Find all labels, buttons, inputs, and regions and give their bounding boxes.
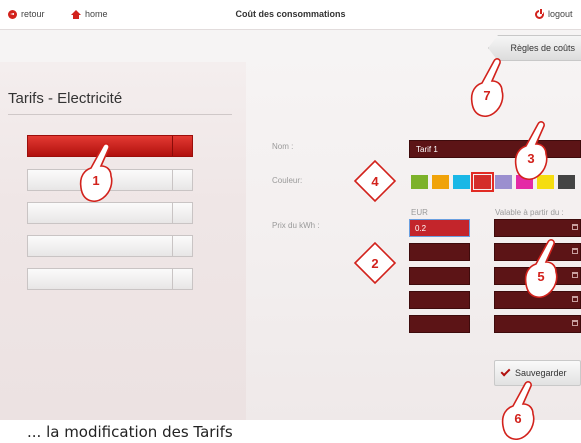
- page-title: Coût des consommations: [235, 9, 346, 19]
- price-input-1[interactable]: 0.2: [409, 219, 470, 237]
- logout-label: logout: [548, 9, 573, 19]
- color-swatch-7[interactable]: [537, 175, 554, 189]
- date-input-5[interactable]: [494, 315, 581, 333]
- color-label: Couleur:: [272, 176, 303, 185]
- logout-link[interactable]: logout: [535, 8, 573, 19]
- price-input-2[interactable]: [409, 243, 470, 261]
- tariff-item-5[interactable]: [27, 268, 193, 290]
- date-input-4[interactable]: [494, 291, 581, 309]
- color-swatch-1[interactable]: [411, 175, 428, 189]
- name-input[interactable]: Tarif 1: [409, 140, 581, 158]
- save-button[interactable]: Sauvegarder: [494, 360, 581, 386]
- calendar-icon[interactable]: [572, 248, 578, 254]
- price-label: Prix du kWh :: [272, 221, 320, 230]
- name-label: Nom :: [272, 142, 294, 151]
- tariff-item-3[interactable]: [27, 202, 193, 224]
- title-divider: [8, 114, 232, 115]
- calendar-icon[interactable]: [572, 320, 578, 326]
- app-window: retour home Coût des consommations logou…: [0, 0, 581, 420]
- currency-header: EUR: [411, 208, 428, 217]
- price-input-5[interactable]: [409, 315, 470, 333]
- color-swatch-5[interactable]: [495, 175, 512, 189]
- tariff-item-4[interactable]: [27, 235, 193, 257]
- calendar-icon[interactable]: [572, 296, 578, 302]
- power-icon: [535, 8, 544, 19]
- section-title: Tarifs - Electricité: [8, 90, 123, 107]
- cost-rules-label: Règles de coûts: [510, 43, 575, 53]
- tariff-item-2[interactable]: [27, 169, 193, 191]
- date-input-3[interactable]: [494, 267, 581, 285]
- calendar-icon[interactable]: [572, 272, 578, 278]
- color-swatch-4[interactable]: [471, 172, 494, 192]
- price-input-3[interactable]: [409, 267, 470, 285]
- top-bar: retour home Coût des consommations logou…: [0, 0, 581, 30]
- date-input-1[interactable]: [494, 219, 581, 237]
- cost-rules-button[interactable]: Règles de coûts: [488, 35, 581, 61]
- tariff-item-1[interactable]: [27, 135, 193, 157]
- save-label: Sauvegarder: [515, 368, 567, 378]
- calendar-icon[interactable]: [572, 224, 578, 230]
- date-input-2[interactable]: [494, 243, 581, 261]
- caption-text: ... la modification des Tarifs: [27, 423, 233, 441]
- color-swatch-6[interactable]: [516, 175, 533, 189]
- color-swatch-2[interactable]: [432, 175, 449, 189]
- valid-from-header: Valable à partir du :: [495, 208, 564, 217]
- color-swatch-8[interactable]: [558, 175, 575, 189]
- price-input-4[interactable]: [409, 291, 470, 309]
- checkmark-icon: [500, 366, 511, 377]
- color-swatch-3[interactable]: [453, 175, 470, 189]
